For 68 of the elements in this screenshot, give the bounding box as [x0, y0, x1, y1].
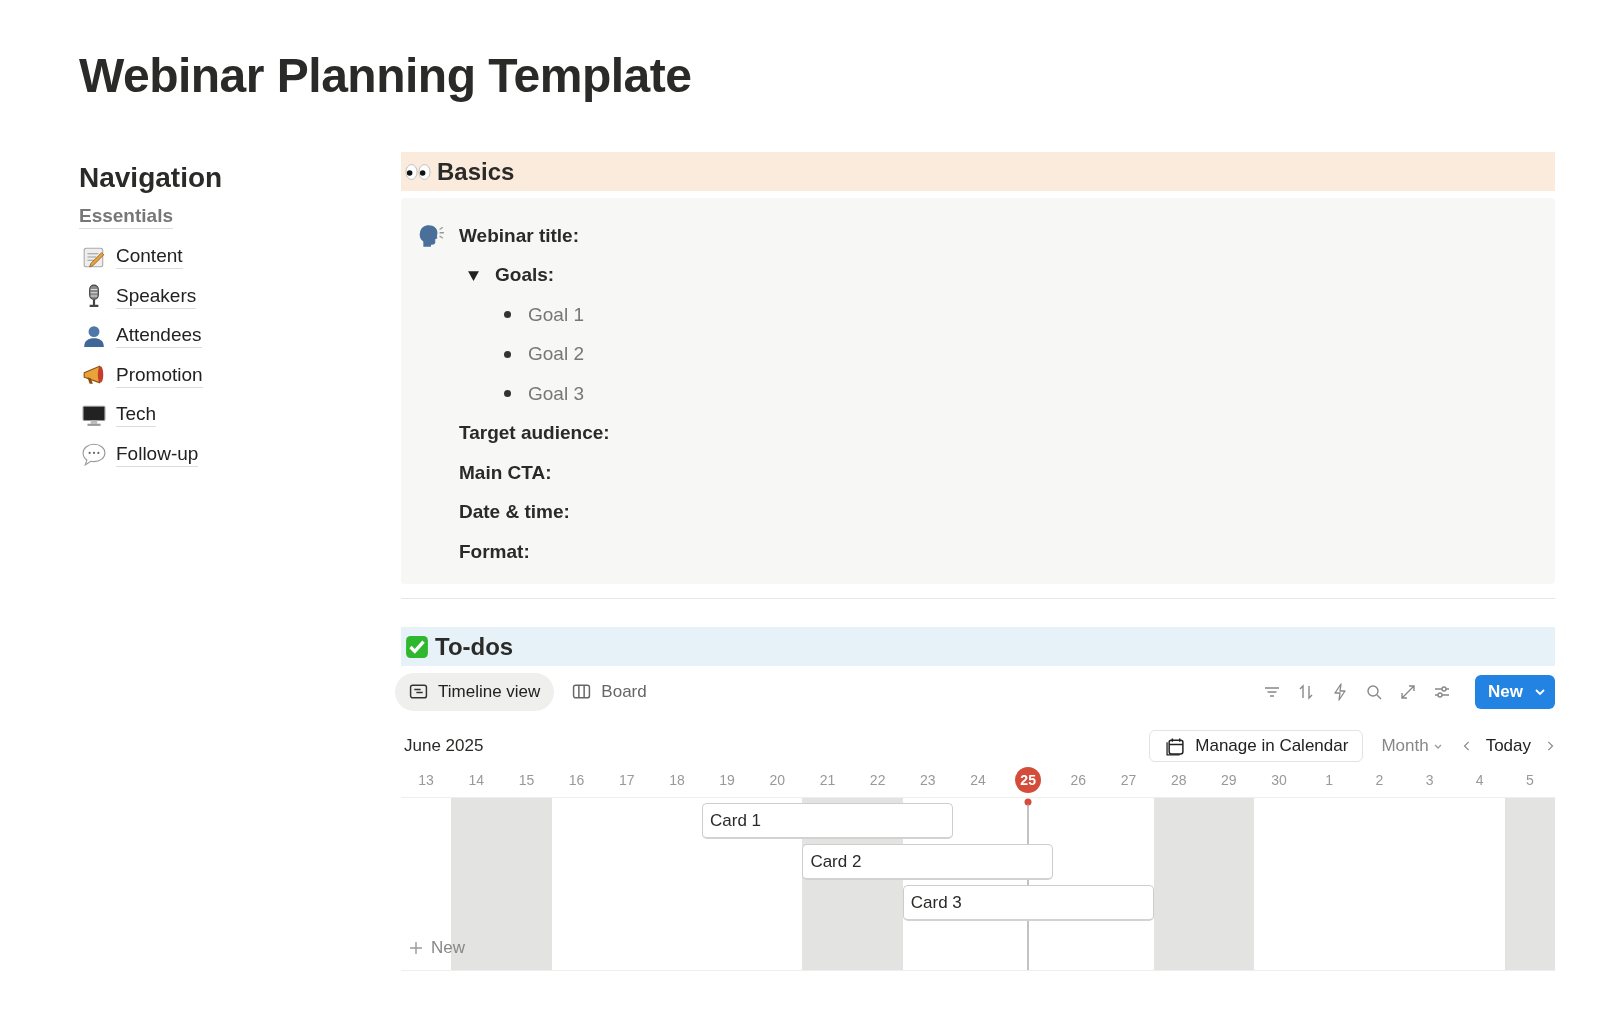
day-number: 30 [1271, 771, 1287, 790]
add-new-button[interactable]: New [409, 938, 465, 958]
field-label: Format: [459, 540, 530, 563]
timeline-icon [409, 682, 428, 701]
check-box-icon [405, 634, 429, 659]
search-icon[interactable] [1365, 682, 1384, 701]
manage-calendar-button[interactable]: Manage in Calendar [1149, 730, 1364, 762]
month-label: June 2025 [403, 736, 484, 756]
navigation-heading: Navigation [79, 161, 224, 195]
view-tab[interactable]: Board [558, 672, 661, 711]
today-button[interactable]: Today [1485, 736, 1531, 756]
expand-icon[interactable] [1399, 682, 1418, 701]
day-number: 24 [970, 771, 986, 790]
bullet-icon [504, 311, 511, 319]
day-number: 26 [1070, 771, 1087, 790]
toggle-label: Goals: [495, 264, 555, 287]
section-heading: Basics [437, 157, 515, 186]
day-number: 18 [669, 771, 685, 790]
speaking-head-icon [419, 224, 445, 248]
day-number: 3 [1425, 771, 1434, 790]
day-number: 17 [619, 771, 635, 790]
day-number: 20 [769, 771, 786, 790]
navigation-link[interactable]: Attendees [116, 323, 202, 349]
day-number: 15 [518, 771, 535, 790]
day-number: 19 [719, 771, 735, 790]
card-title[interactable]: Card 2 [802, 844, 1054, 880]
goal-text: Goal 2 [528, 343, 584, 366]
day-number: 2 [1375, 771, 1384, 790]
eyes-icon [405, 161, 431, 182]
field-label: Webinar title: [459, 224, 579, 247]
columns-icon [572, 682, 592, 701]
day-number: 25 [1015, 767, 1042, 793]
navigation-link[interactable]: Speakers [116, 283, 197, 309]
field-label: Date & time: [459, 501, 570, 524]
speech-bubble-icon [82, 442, 106, 467]
day-number: 23 [920, 771, 936, 790]
day-number: 5 [1526, 771, 1534, 790]
field-label: Target audience: [459, 422, 610, 445]
navigation-link[interactable]: Tech [116, 402, 157, 428]
day-number: 29 [1221, 771, 1237, 790]
goal-text: Goal 1 [528, 303, 584, 326]
toggle-triangle-icon[interactable] [467, 268, 480, 282]
section-heading: To-dos [435, 632, 514, 661]
day-number: 27 [1120, 771, 1137, 790]
bullet-icon [504, 390, 511, 398]
field-label: Main CTA: [459, 461, 552, 484]
day-number: 4 [1475, 771, 1484, 790]
view-tab[interactable]: Timeline view [395, 672, 555, 711]
day-number: 22 [869, 771, 886, 790]
calendar-icon [1166, 736, 1186, 756]
bullet-icon [504, 350, 511, 358]
card-title[interactable]: Card 1 [702, 803, 953, 839]
navigation-link[interactable]: Follow-up [116, 441, 199, 467]
card-title[interactable]: Card 3 [902, 885, 1154, 921]
goal-text: Goal 3 [528, 382, 584, 405]
person-icon [82, 323, 106, 348]
day-number: 28 [1170, 771, 1187, 790]
scale-dropdown[interactable]: Month [1377, 736, 1448, 756]
page-title: Webinar Planning Template [79, 48, 693, 104]
day-number: 1 [1325, 771, 1334, 790]
day-number: 16 [568, 771, 585, 790]
day-number: 21 [819, 771, 836, 790]
day-number: 13 [418, 771, 434, 790]
navigation-link[interactable]: Content [116, 244, 183, 270]
plus-icon [409, 941, 423, 955]
day-number: 14 [468, 771, 485, 790]
section-label: Essentials [79, 204, 173, 229]
navigation-link[interactable]: Promotion [116, 362, 203, 388]
